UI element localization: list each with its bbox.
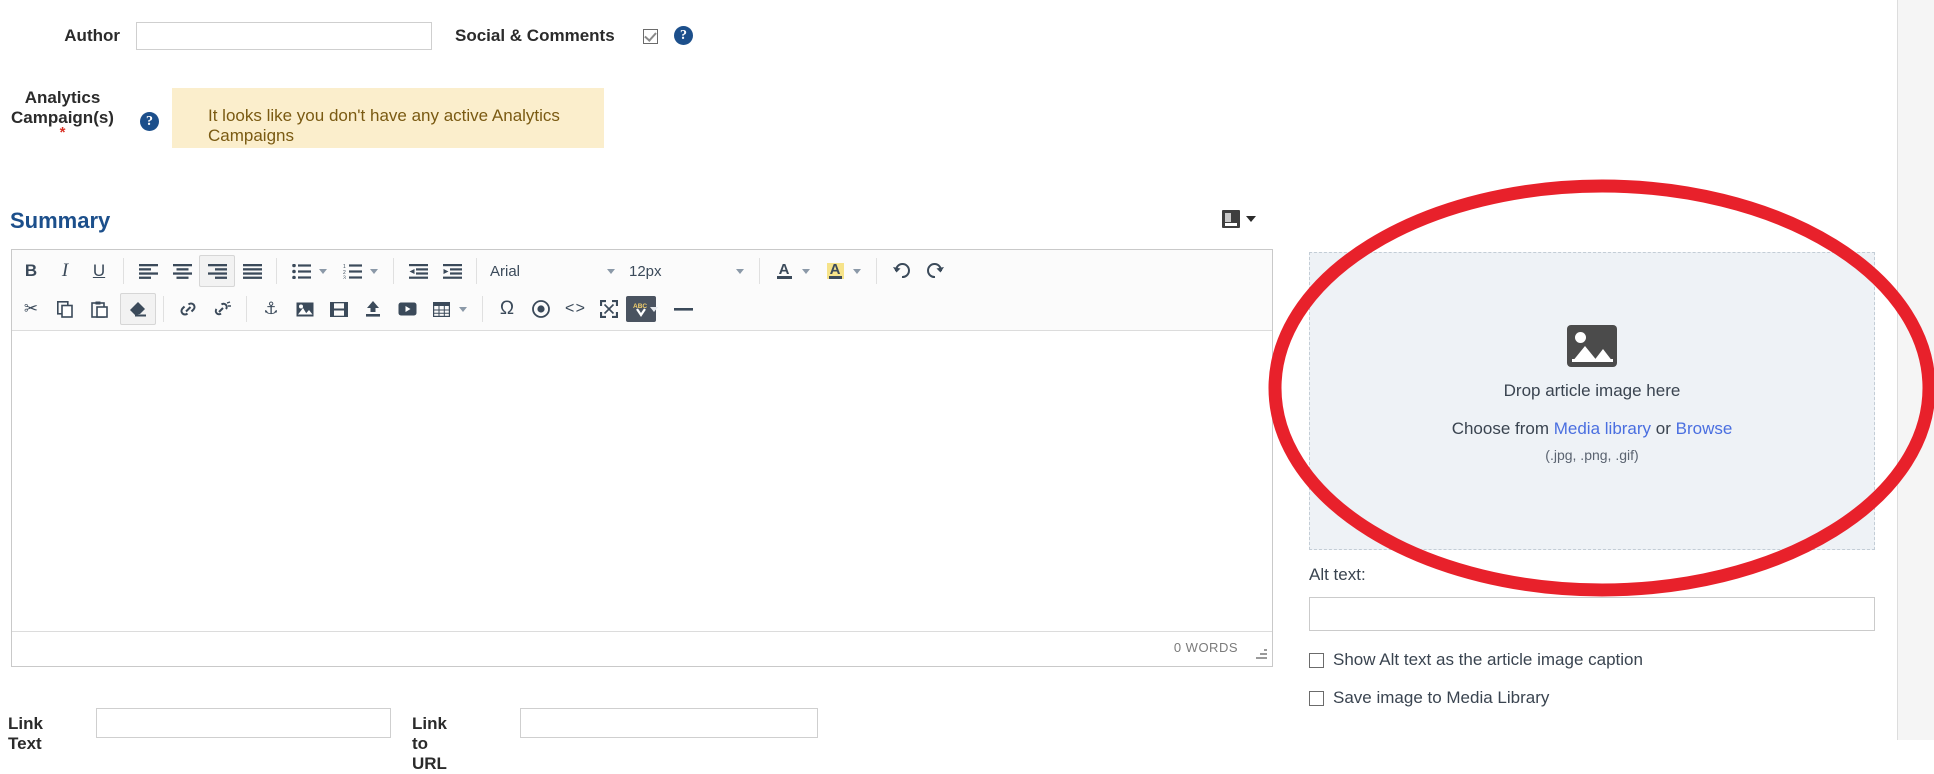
choose-prefix: Choose from	[1452, 419, 1554, 438]
alt-text-input[interactable]	[1309, 597, 1875, 631]
underline-button[interactable]: U	[82, 256, 116, 286]
alt-text-label: Alt text:	[1309, 565, 1366, 585]
paste-button[interactable]	[82, 294, 116, 324]
link-text-input[interactable]	[96, 708, 391, 738]
editor-toolbar: B I U	[12, 250, 1272, 331]
save-image-row[interactable]: Save image to Media Library	[1309, 688, 1549, 708]
show-alt-caption-row[interactable]: Show Alt text as the article image capti…	[1309, 650, 1643, 670]
indent-button[interactable]	[435, 256, 469, 286]
chevron-down-icon[interactable]	[607, 269, 615, 274]
align-right-button[interactable]	[199, 255, 235, 287]
author-label: Author	[48, 26, 120, 46]
bold-button[interactable]: B	[14, 256, 48, 286]
editor-status-bar: 0 WORDS	[12, 631, 1272, 662]
align-center-button[interactable]	[165, 256, 199, 286]
summary-editor-body[interactable]	[12, 331, 1272, 631]
chevron-down-icon[interactable]	[650, 307, 658, 312]
svg-text:3: 3	[343, 275, 346, 279]
author-input[interactable]	[136, 22, 432, 50]
editor-toolbar-row-1: B I U	[12, 252, 1272, 290]
choose-middle: or	[1651, 419, 1676, 438]
save-image-checkbox[interactable]	[1309, 691, 1324, 706]
fullscreen-button[interactable]	[592, 294, 626, 324]
chevron-down-icon[interactable]	[319, 269, 327, 274]
analytics-label-line1: Analytics	[25, 88, 101, 107]
horizontal-rule-button[interactable]	[666, 294, 700, 324]
chevron-down-icon[interactable]	[802, 269, 810, 274]
link-url-input[interactable]	[520, 708, 818, 738]
chevron-down-icon[interactable]	[459, 307, 467, 312]
show-alt-caption-checkbox[interactable]	[1309, 653, 1324, 668]
chevron-down-icon	[1246, 216, 1256, 222]
source-code-button[interactable]: < >	[558, 294, 592, 324]
show-alt-caption-label: Show Alt text as the article image capti…	[1333, 650, 1643, 670]
insert-symbol-button[interactable]	[524, 294, 558, 324]
summary-editor: B I U	[11, 249, 1273, 667]
browse-link[interactable]: Browse	[1676, 419, 1733, 438]
font-family-value: Arial	[490, 263, 520, 280]
template-picker[interactable]	[1222, 210, 1256, 228]
required-asterisk: *	[0, 128, 125, 138]
font-size-value: 12px	[629, 263, 662, 280]
word-count: 0 WORDS	[1174, 640, 1238, 655]
page-right-gutter	[1897, 0, 1934, 740]
author-row: Author Social & Comments ?	[0, 22, 760, 52]
editor-toolbar-row-2: ✂	[12, 290, 1272, 328]
summary-heading: Summary	[10, 208, 110, 234]
font-family-select[interactable]: Arial	[484, 258, 606, 284]
bullet-list-button[interactable]	[284, 256, 318, 286]
align-left-button[interactable]	[131, 256, 165, 286]
analytics-warning-text: It looks like you don't have any active …	[208, 106, 604, 146]
link-url-label: Link to URL	[412, 714, 447, 774]
template-icon	[1222, 210, 1240, 228]
dropzone-choose-line: Choose from Media library or Browse	[1310, 419, 1874, 439]
italic-button[interactable]: I	[48, 256, 82, 286]
text-color-letter: A	[777, 263, 792, 276]
insert-film-button[interactable]	[322, 294, 356, 324]
numbered-list-button[interactable]: 123	[335, 256, 369, 286]
special-character-button[interactable]: Ω	[490, 294, 524, 324]
resize-handle[interactable]	[1255, 647, 1267, 659]
help-icon[interactable]: ?	[140, 112, 159, 131]
chevron-down-icon[interactable]	[370, 269, 378, 274]
upload-button[interactable]	[356, 294, 390, 324]
social-comments-label: Social & Comments	[455, 26, 615, 46]
highlight-color-button[interactable]: A	[818, 256, 852, 286]
article-editor-page: Author Social & Comments ? Analytics Cam…	[0, 0, 1934, 740]
undo-button[interactable]	[884, 256, 918, 286]
dropzone-title: Drop article image here	[1310, 381, 1874, 401]
redo-button[interactable]	[918, 256, 952, 286]
text-color-button[interactable]: A	[767, 256, 801, 286]
chevron-down-icon[interactable]	[736, 269, 744, 274]
analytics-campaign-label: Analytics Campaign(s) *	[0, 88, 125, 138]
insert-link-button[interactable]	[171, 294, 205, 324]
highlight-color-letter: A	[829, 263, 842, 276]
insert-image-button[interactable]	[288, 294, 322, 324]
cut-button[interactable]: ✂	[14, 294, 48, 324]
social-comments-checkbox[interactable]	[643, 29, 658, 44]
svg-text:ABC: ABC	[633, 303, 647, 310]
unlink-button[interactable]	[205, 294, 239, 324]
dropzone-formats: (.jpg, .png, .gif)	[1310, 447, 1874, 463]
chevron-down-icon[interactable]	[853, 269, 861, 274]
image-placeholder-icon	[1567, 325, 1617, 367]
insert-video-button[interactable]	[390, 294, 424, 324]
article-image-dropzone[interactable]: Drop article image here Choose from Medi…	[1309, 252, 1875, 550]
analytics-warning-banner: It looks like you don't have any active …	[172, 88, 604, 148]
anchor-button[interactable]: ⚓	[254, 294, 288, 324]
clear-formatting-button[interactable]	[120, 293, 156, 325]
insert-table-button[interactable]	[424, 294, 458, 324]
save-image-label: Save image to Media Library	[1333, 688, 1549, 708]
media-library-link[interactable]: Media library	[1554, 419, 1651, 438]
outdent-button[interactable]	[401, 256, 435, 286]
link-text-label: Link Text	[8, 714, 43, 754]
align-justify-button[interactable]	[235, 256, 269, 286]
copy-button[interactable]	[48, 294, 82, 324]
font-size-select[interactable]: 12px	[623, 258, 735, 284]
help-icon[interactable]: ?	[674, 26, 693, 45]
